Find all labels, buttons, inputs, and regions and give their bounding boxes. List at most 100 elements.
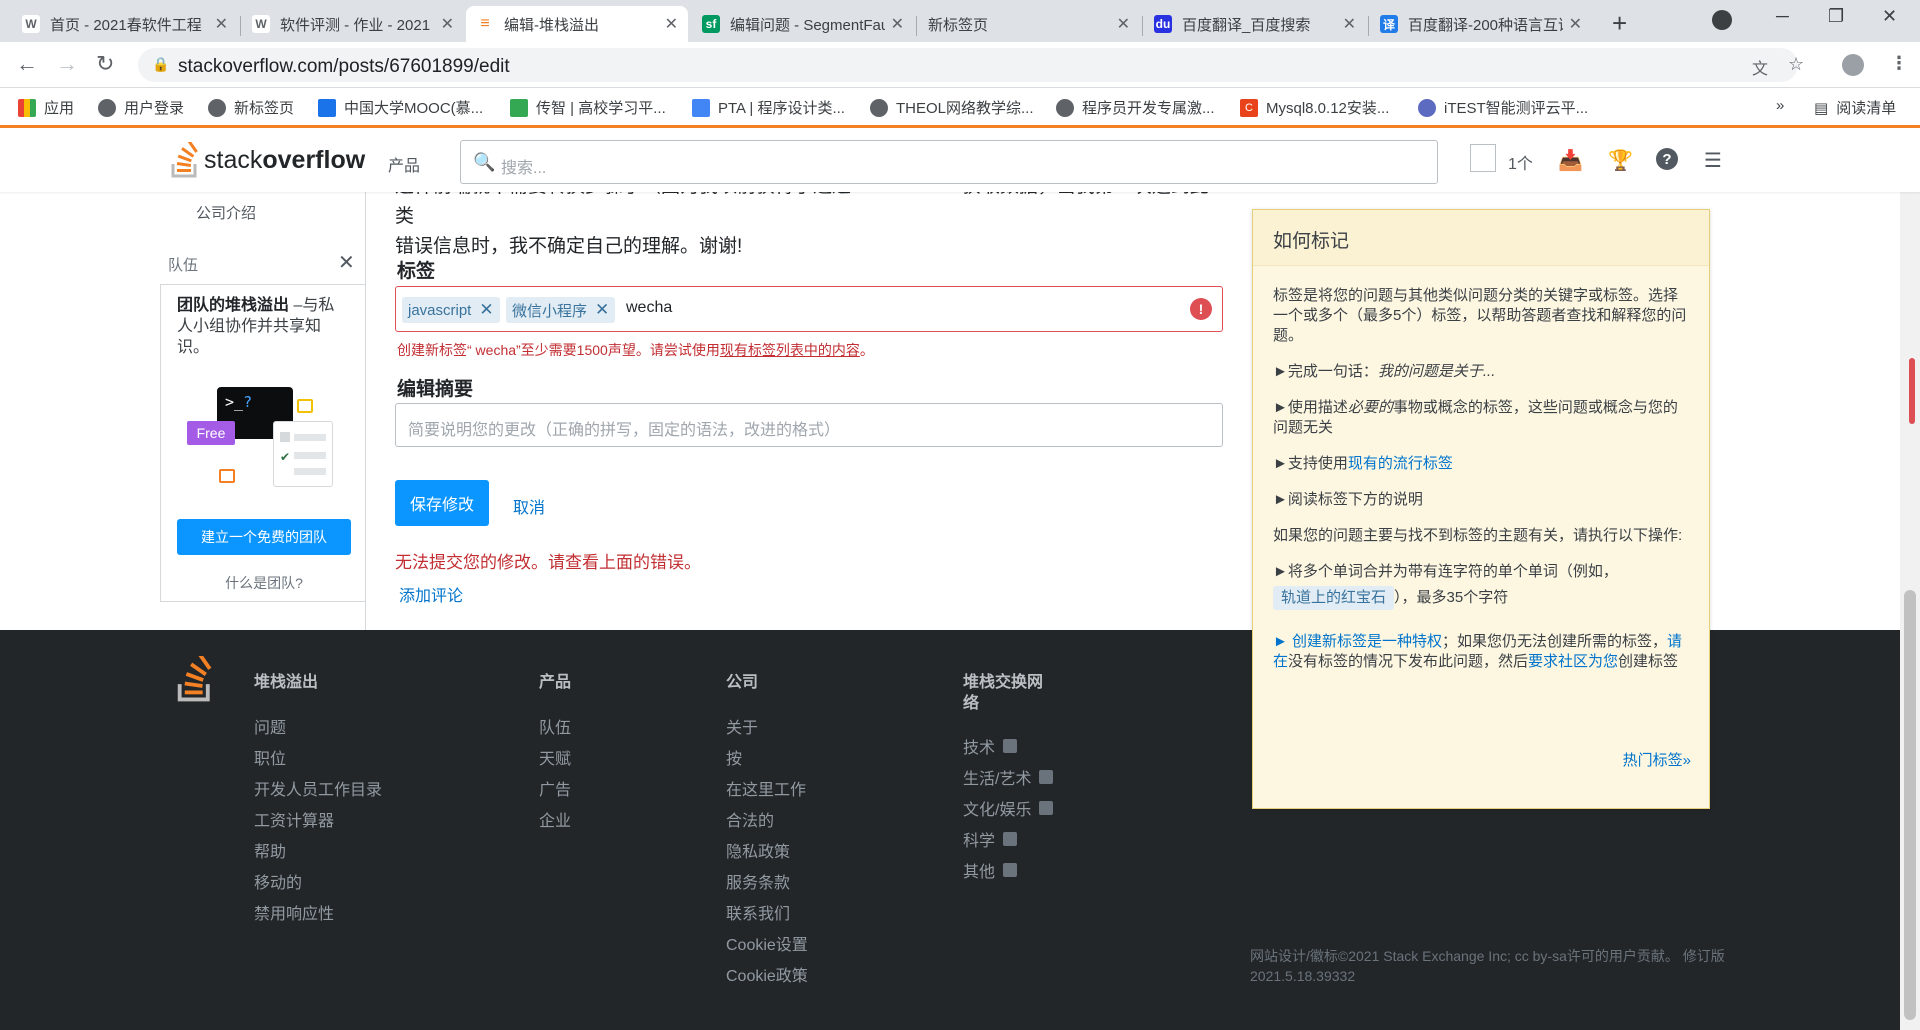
footer-link[interactable]: 关于 [726,714,758,738]
save-edits-button[interactable]: 保存修改 [395,480,489,526]
user-avatar-icon[interactable] [1470,144,1496,172]
footer-link[interactable]: 其他 [963,858,1018,882]
tab-close-icon[interactable]: ✕ [1343,14,1356,34]
footer-link[interactable]: 广告 [539,776,571,800]
menu-kebab-icon[interactable]: ⋮ [1890,53,1908,74]
url-field[interactable]: 🔒 stackoverflow.com/posts/67601899/edit … [138,48,1804,82]
footer-link[interactable]: 开发人员工作目录 [254,776,382,800]
footer-col-title[interactable]: 产品 [539,672,571,693]
footer-link[interactable]: 在这里工作 [726,776,806,800]
company-link[interactable]: 公司介绍 [196,202,256,223]
footer-link[interactable]: 禁用响应性 [254,900,334,924]
close-icon[interactable]: ✕ [338,250,355,275]
translate-icon[interactable]: 文 [1752,55,1768,79]
bookmark-item[interactable]: 程序员开发专属激... [1056,97,1215,118]
browser-tab[interactable]: 译 百度翻译-200种语言互译 ✕ [1370,6,1592,42]
achievements-trophy-icon[interactable]: 🏆 [1608,148,1633,173]
footer-link[interactable]: 隐私政策 [726,838,790,862]
footer-link[interactable]: 按 [726,745,742,769]
footer-link[interactable]: 技术 [963,734,1018,758]
browser-tab[interactable]: W 软件评测 - 作业 - 2021 ✕ [242,6,464,42]
edit-summary-input[interactable]: 简要说明您的更改（正确的拼写，固定的语法，改进的格式） [395,403,1223,447]
add-comment-link[interactable]: 添加评论 [399,582,463,606]
create-team-button[interactable]: 建立一个免费的团队 [177,519,351,555]
footer-col-title[interactable]: 堆栈溢出 [254,672,318,693]
privilege-link[interactable]: 创建新标签是一种特权 [1292,633,1442,650]
ask-community-link[interactable]: 要求社区为您 [1528,653,1618,670]
site-switcher-icon[interactable]: ☰ [1704,148,1722,173]
tab-close-icon[interactable]: ✕ [215,14,228,34]
footer-link[interactable]: 工资计算器 [254,807,334,831]
bookmark-item[interactable]: 传智 | 高校学习平... [510,97,666,118]
minimize-icon[interactable]: ─ [1776,6,1789,27]
footer-link[interactable]: 联系我们 [726,900,790,924]
tab-close-icon[interactable]: ✕ [1569,14,1582,34]
maximize-icon[interactable]: ❐ [1828,6,1844,27]
products-link[interactable]: 产品 [388,152,420,176]
example-tag[interactable]: 轨道上的红宝石 [1273,586,1395,610]
tab-close-icon[interactable]: ✕ [665,14,678,34]
bookmark-item[interactable]: 新标签页 [208,97,294,118]
bookmark-item[interactable]: 中国大学MOOC(慕... [318,97,483,118]
browser-tab[interactable]: W 首页 - 2021春软件工程 ✕ [12,6,238,42]
browser-tab[interactable]: 新标签页 ✕ [918,6,1140,42]
reload-icon[interactable]: ↻ [96,51,114,77]
popular-tags-link[interactable]: 现有的流行标签 [1348,455,1453,472]
footer-link[interactable]: 合法的 [726,807,774,831]
footer-link[interactable]: 文化/娱乐 [963,796,1054,820]
footer-link[interactable]: 生活/艺术 [963,765,1054,789]
footer-link[interactable]: 问题 [254,714,286,738]
cancel-link[interactable]: 取消 [513,494,545,518]
footer-link[interactable]: 移动的 [254,869,302,893]
tab-close-icon[interactable]: ✕ [441,14,454,34]
remove-tag-icon[interactable]: ✕ [479,300,493,320]
bookmark-item[interactable]: 用户登录 [98,97,184,118]
bookmark-item[interactable]: THEOL网络教学综... [870,97,1034,118]
tag-chip[interactable]: 微信小程序 ✕ [506,297,616,323]
footer-link[interactable]: 科学 [963,827,1018,851]
footer-link[interactable]: Cookie政策 [726,962,808,986]
footer-link[interactable]: 企业 [539,807,571,831]
tags-input[interactable]: javascript ✕ 微信小程序 ✕ wecha ! [395,286,1223,332]
browser-tab[interactable]: du 百度翻译_百度搜索 ✕ [1144,6,1366,42]
mooc-icon [318,98,336,117]
search-input[interactable]: 🔍 搜索... [460,140,1438,184]
reputation-count[interactable]: 1个 [1508,150,1533,174]
footer-link[interactable]: 天赋 [539,745,571,769]
profile-avatar-icon[interactable] [1842,54,1864,76]
new-tab-button[interactable]: + [1612,8,1627,39]
help-icon[interactable]: ? [1656,148,1678,170]
tab-close-icon[interactable]: ✕ [891,14,904,34]
inbox-icon[interactable]: 📥 [1558,148,1583,173]
footer-link[interactable]: 帮助 [254,838,286,862]
footer-link[interactable]: Cookie设置 [726,931,808,955]
footer-link[interactable]: 职位 [254,745,286,769]
bookmark-star-icon[interactable]: ☆ [1788,54,1804,75]
tab-close-icon[interactable]: ✕ [1117,14,1130,34]
remove-tag-icon[interactable]: ✕ [595,300,609,320]
tag-chip[interactable]: javascript ✕ [402,297,500,323]
page-scrollbar[interactable] [1900,192,1920,1030]
footer-link[interactable]: 服务条款 [726,869,790,893]
browser-tab[interactable]: sf 编辑问题 - SegmentFault ✕ [692,6,914,42]
reading-list-button[interactable]: ▤ 阅读清单 [1814,97,1896,118]
bookmark-item[interactable]: C Mysql8.0.12安装... [1240,97,1389,118]
what-is-team-link[interactable]: 什么是团队? [161,573,367,593]
popular-tags-more-link[interactable]: 热门标签» [1623,749,1691,770]
tab-search-icon[interactable] [1712,10,1732,30]
bookmarks-overflow-button[interactable]: » [1776,97,1784,114]
footer-logo-icon[interactable] [174,653,216,705]
close-window-icon[interactable]: ✕ [1882,6,1897,27]
scrollbar-thumb[interactable] [1904,590,1916,1020]
stackoverflow-logo[interactable]: stack overflow [170,142,365,178]
footer-col-title[interactable]: 公司 [726,672,758,693]
footer-link[interactable]: 队伍 [539,714,571,738]
browser-tab-active[interactable]: ≡ 编辑-堆栈溢出 ✕ [466,6,688,42]
bookmark-item[interactable]: PTA | 程序设计类... [692,97,845,118]
bookmark-item[interactable]: iTEST智能测评云平... [1418,97,1588,118]
footer-col-title[interactable]: 堆栈交换网络 [963,672,1043,714]
bookmark-apps[interactable]: 应用 [18,97,74,118]
back-icon[interactable]: ← [16,51,38,77]
forward-icon[interactable]: → [56,51,78,77]
existing-tags-link[interactable]: 现有标签列表中的内容 [720,342,860,358]
